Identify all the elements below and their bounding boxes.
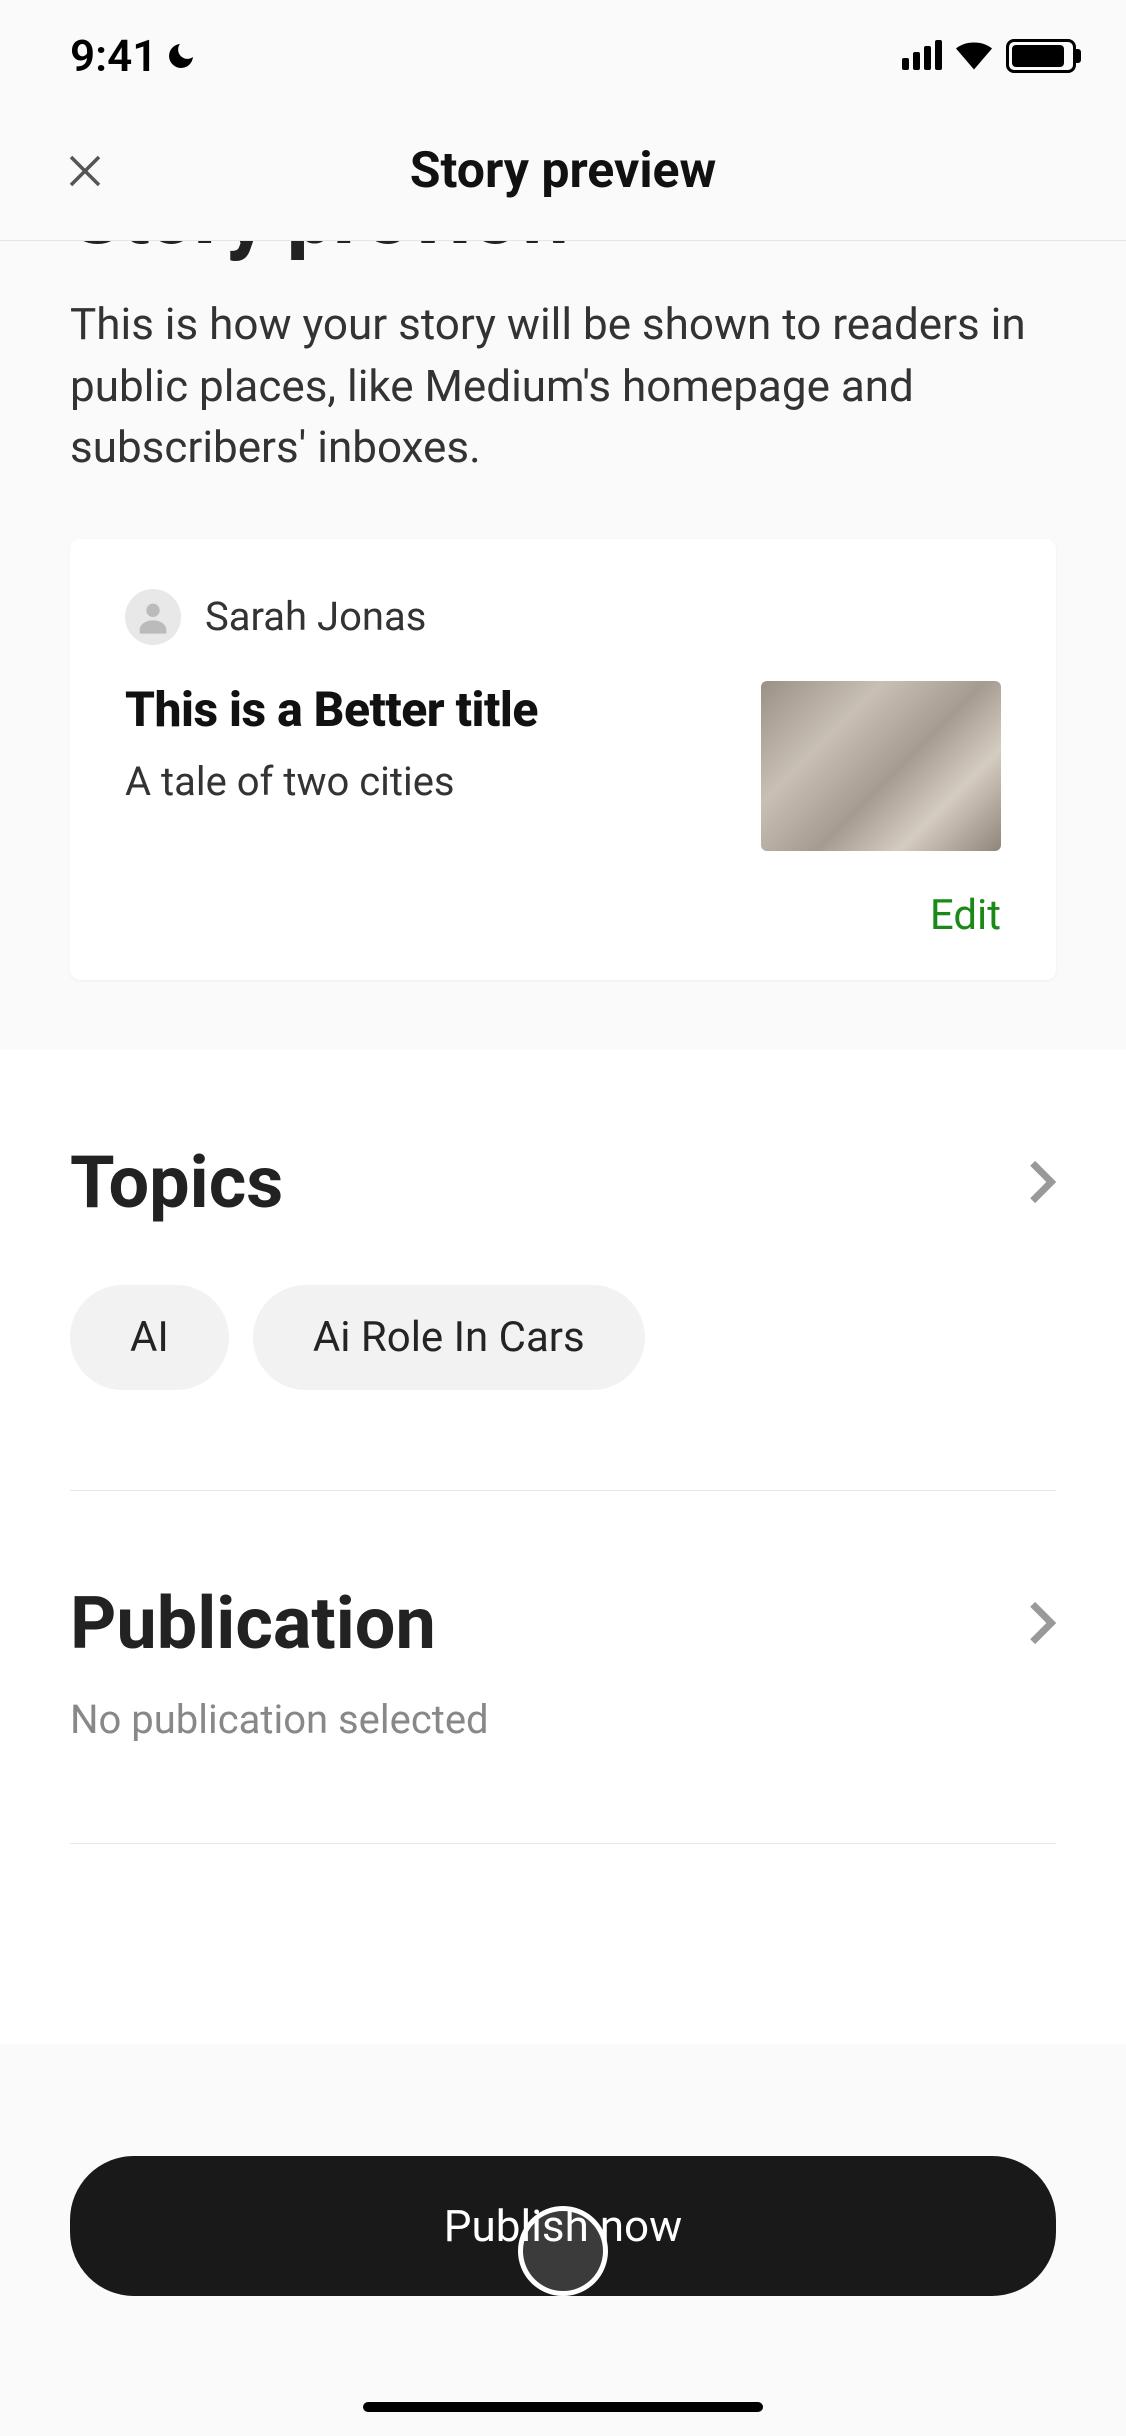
do-not-disturb-icon [165, 40, 197, 72]
chevron-right-icon [1028, 1158, 1056, 1206]
close-button[interactable] [60, 146, 110, 196]
story-subtitle: A tale of two cities [125, 758, 731, 805]
page-heading-cropped: Story preview [0, 241, 1126, 264]
publication-heading: Publication [70, 1581, 436, 1666]
status-time-group: 9:41 [70, 30, 197, 82]
settings-section: Topics AI Ai Role In Cars Publication No… [0, 1050, 1126, 2044]
battery-icon [1006, 39, 1076, 73]
wifi-icon [956, 42, 992, 70]
topic-chip[interactable]: Ai Role In Cars [253, 1285, 645, 1390]
nav-title: Story preview [410, 142, 717, 200]
topic-chips: AI Ai Role In Cars [70, 1285, 1056, 1491]
home-indicator[interactable] [363, 2402, 763, 2412]
avatar [125, 589, 181, 645]
cellular-signal-icon [902, 42, 942, 70]
author-row: Sarah Jonas [125, 589, 1001, 645]
nav-bar: Story preview [0, 112, 1126, 241]
status-time: 9:41 [70, 30, 157, 82]
topics-heading: Topics [70, 1140, 283, 1225]
person-icon [133, 597, 173, 637]
story-thumbnail [761, 681, 1001, 851]
story-preview-card: Sarah Jonas This is a Better title A tal… [70, 539, 1056, 980]
edit-button[interactable]: Edit [125, 891, 1001, 940]
publish-button[interactable]: Publish now [70, 2156, 1056, 2296]
story-row: This is a Better title A tale of two cit… [125, 681, 1001, 851]
status-indicators [902, 39, 1076, 73]
publication-status: No publication selected [70, 1696, 1056, 1844]
scroll-area[interactable]: Story preview This is how your story wil… [0, 241, 1126, 2407]
publication-row[interactable]: Publication [70, 1491, 1056, 1666]
status-bar: 9:41 [0, 0, 1126, 112]
topic-chip[interactable]: AI [70, 1285, 229, 1390]
page-description: This is how your story will be shown to … [0, 264, 1126, 539]
story-title: This is a Better title [125, 681, 731, 738]
topics-row[interactable]: Topics [70, 1050, 1056, 1225]
author-name: Sarah Jonas [205, 593, 426, 640]
chevron-right-icon [1028, 1599, 1056, 1647]
close-icon [64, 150, 106, 192]
